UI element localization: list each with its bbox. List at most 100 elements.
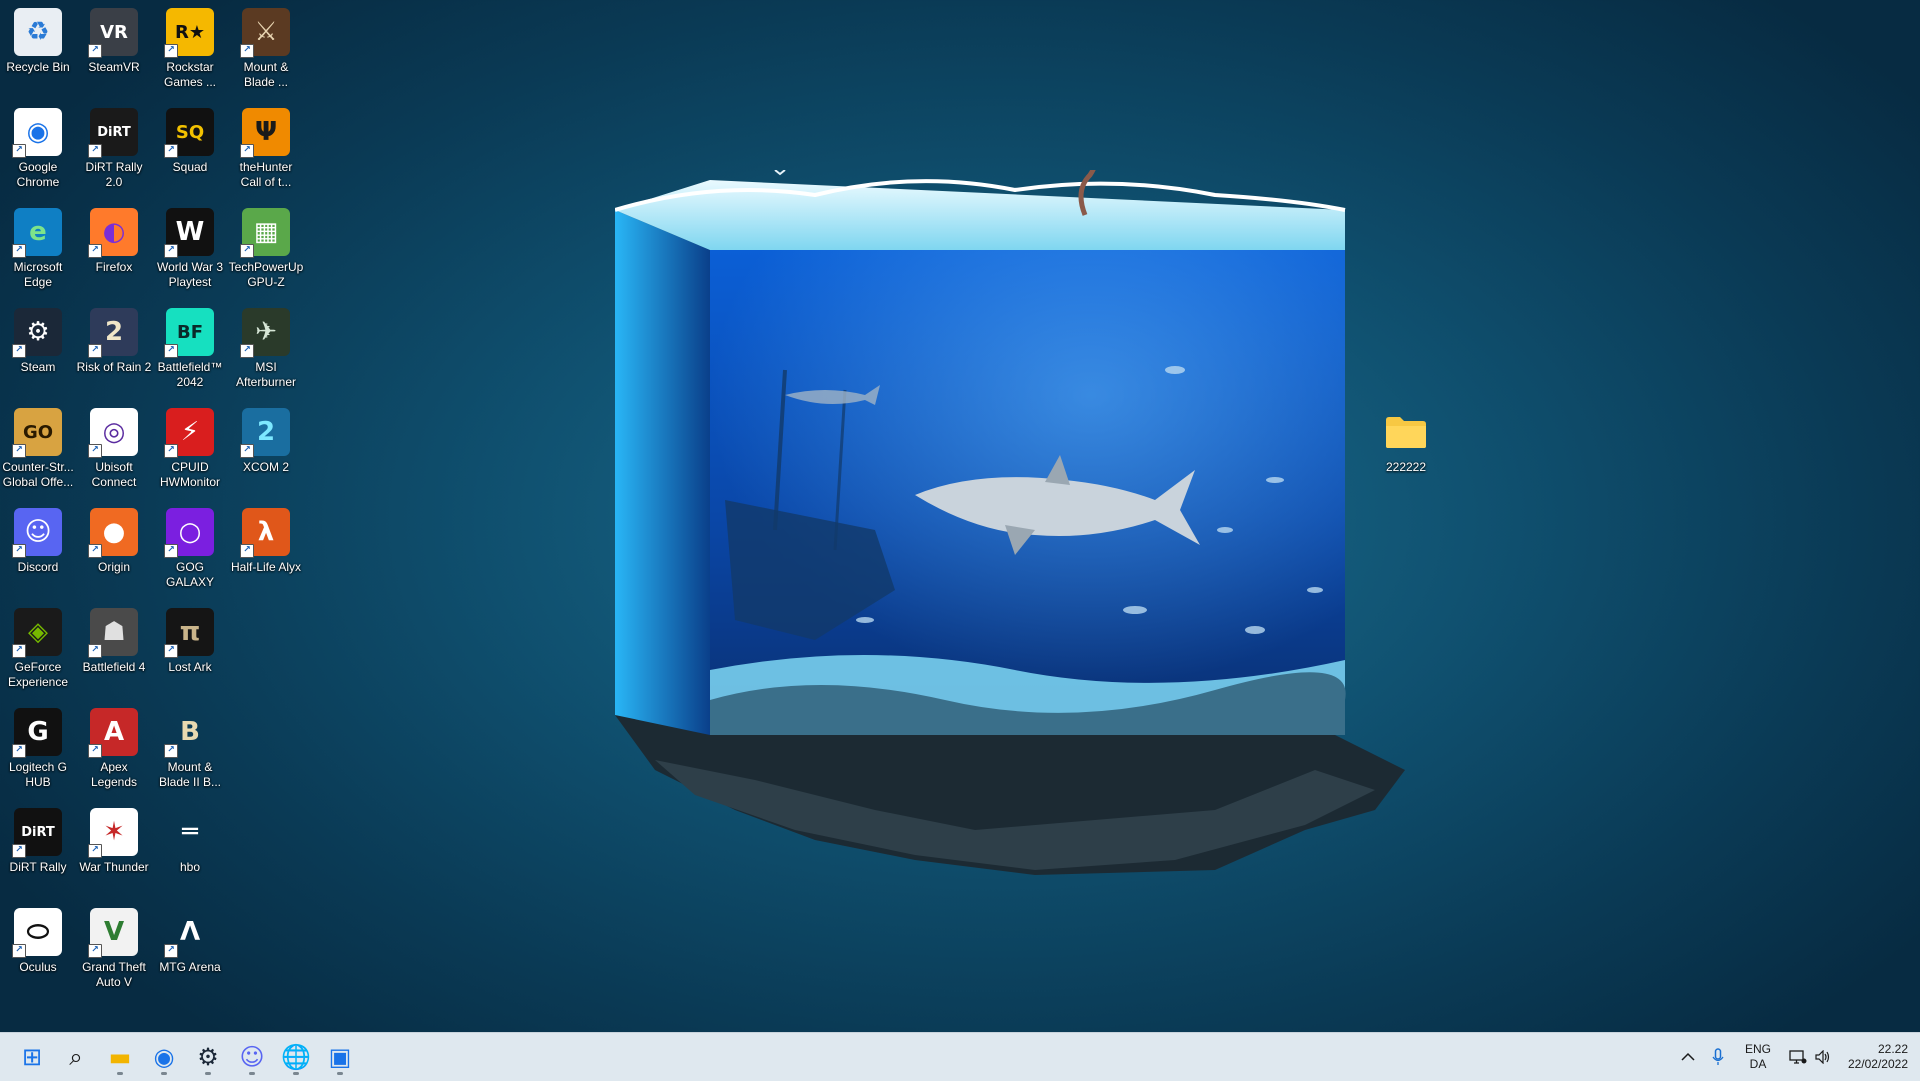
- desktop-icon[interactable]: ⚔ ↗ Mount & Blade ...: [228, 0, 304, 96]
- desktop[interactable]: ♻ Recycle Bin VR ↗ SteamVR R★ ↗ Rockstar Games …: [0, 0, 1920, 1032]
- desktop-icon[interactable]: SQ ↗ Squad: [152, 100, 228, 196]
- shortcut-arrow-icon: ↗: [12, 744, 26, 758]
- chevron-up-icon: [1681, 1052, 1695, 1061]
- shortcut-arrow-icon: ↗: [240, 344, 254, 358]
- oculus-icon: ⬭ ↗: [12, 908, 62, 958]
- folder-icon: ▬: [108, 1043, 132, 1071]
- search-button[interactable]: ⌕: [56, 1037, 96, 1077]
- desktop-icon[interactable]: ☗ ↗ Battlefield 4: [76, 600, 152, 696]
- desktop-icon[interactable]: ◈ ↗ GeForce Experience: [0, 600, 76, 696]
- desktop-icon[interactable]: BF ↗ Battlefield™ 2042: [152, 300, 228, 396]
- desktop-icon[interactable]: ▦ ↗ TechPowerUp GPU-Z: [228, 200, 304, 296]
- start-button[interactable]: ⊞: [12, 1037, 52, 1077]
- desktop-icon-label: Grand Theft Auto V: [82, 960, 146, 989]
- desktop-icon[interactable]: Λ ↗ MTG Arena: [152, 900, 228, 996]
- desktop-icon-label: DiRT Rally: [9, 860, 67, 874]
- chrome-taskbar-button[interactable]: ◉: [144, 1037, 184, 1077]
- desktop-icon[interactable]: 2 ↗ XCOM 2: [228, 400, 304, 496]
- desktop-icon[interactable]: A ↗ Apex Legends: [76, 700, 152, 796]
- desktop-icon-label: theHunter Call of t...: [239, 160, 293, 189]
- desktop-icon[interactable]: B ↗ Mount & Blade II B...: [152, 700, 228, 796]
- shortcut-arrow-icon: ↗: [12, 944, 26, 958]
- dirt-rally-icon: DiRT ↗: [12, 808, 62, 858]
- geforce-experience-icon: ◈ ↗: [12, 608, 62, 658]
- desktop-icon-label: Firefox: [95, 260, 133, 274]
- discord-icon: ☺: [239, 1043, 265, 1071]
- shortcut-arrow-icon: ↗: [164, 144, 178, 158]
- search-icon: ⌕: [69, 1043, 83, 1071]
- desktop-icon[interactable]: DiRT ↗ DiRT Rally 2.0: [76, 100, 152, 196]
- desktop-icon-label: Battlefield™ 2042: [157, 360, 223, 389]
- desktop-icon[interactable]: ⬭ ↗ Oculus: [0, 900, 76, 996]
- desktop-icon-label: DiRT Rally 2.0: [85, 160, 143, 189]
- shortcut-arrow-icon: ↗: [240, 444, 254, 458]
- desktop-icon-label: War Thunder: [79, 860, 149, 874]
- language-label: ENG: [1744, 1042, 1771, 1056]
- mount-and-blade-icon: ⚔ ↗: [240, 8, 290, 58]
- hbo-icon: ═: [182, 817, 198, 847]
- desktop-icon[interactable]: λ ↗ Half-Life Alyx: [228, 500, 304, 596]
- lost-ark-icon: π ↗: [164, 608, 214, 658]
- msi-afterburner-icon: ✈ ↗: [240, 308, 290, 358]
- steam-taskbar-button[interactable]: ⚙: [188, 1037, 228, 1077]
- apex-legends-icon: A ↗: [88, 708, 138, 758]
- gpu-z-icon: ▦ ↗: [240, 208, 290, 258]
- desktop-icon[interactable]: Ψ ↗ theHunter Call of t...: [228, 100, 304, 196]
- clock-button[interactable]: 22.22 22/02/2022: [1832, 1037, 1912, 1077]
- origin-icon: ● ↗: [88, 508, 138, 558]
- desktop-icon[interactable]: ◎ ↗ Ubisoft Connect: [76, 400, 152, 496]
- desktop-icon[interactable]: π ↗ Lost Ark: [152, 600, 228, 696]
- desktop-icon[interactable]: GO ↗ Counter-Str... Global Offe...: [0, 400, 76, 496]
- desktop-icon[interactable]: R★ ↗ Rockstar Games ...: [152, 0, 228, 96]
- desktop-icon-label: MTG Arena: [159, 960, 221, 974]
- discord-taskbar-button[interactable]: ☺: [232, 1037, 272, 1077]
- shortcut-arrow-icon: ↗: [164, 644, 178, 658]
- desktop-icon[interactable]: DiRT ↗ DiRT Rally: [0, 800, 76, 896]
- xcom-2-icon: 2 ↗: [240, 408, 290, 458]
- desktop-icon-label: Risk of Rain 2: [76, 360, 152, 374]
- desktop-icon[interactable]: ☺ ↗ Discord: [0, 500, 76, 596]
- taskbar[interactable]: ⊞ ⌕ ▬ ◉ ⚙ ☺ 🌐 ▣ ENG DA 22.22 22/02/2022: [0, 1032, 1920, 1081]
- running-indicator: [205, 1072, 211, 1075]
- risk-of-rain-2-icon: 2 ↗: [88, 308, 138, 358]
- windows-logo-icon: ⊞: [21, 1043, 43, 1071]
- clock-time: 22.22: [1877, 1042, 1908, 1056]
- file-explorer-button[interactable]: ▬: [100, 1037, 140, 1077]
- wallpaper-ocean-cube: [615, 170, 1405, 875]
- desktop-icon[interactable]: ◉ ↗ Google Chrome: [0, 100, 76, 196]
- gog-galaxy-icon: ○ ↗: [164, 508, 214, 558]
- desktop-icon[interactable]: VR ↗ SteamVR: [76, 0, 152, 96]
- shortcut-arrow-icon: ↗: [88, 844, 102, 858]
- shortcut-arrow-icon: ↗: [88, 144, 102, 158]
- desktop-folder-222222[interactable]: 222222: [1368, 400, 1444, 496]
- desktop-icon[interactable]: W ↗ World War 3 Playtest: [152, 200, 228, 296]
- speaker-icon: [1815, 1050, 1830, 1064]
- desktop-icon[interactable]: ✶ ↗ War Thunder: [76, 800, 152, 896]
- photos-taskbar-button[interactable]: ▣: [320, 1037, 360, 1077]
- war-thunder-icon: ✶ ↗: [88, 808, 138, 858]
- desktop-icon-label: Mount & Blade ...: [243, 60, 289, 89]
- desktop-icon[interactable]: ⚡ ↗ CPUID HWMonitor: [152, 400, 228, 496]
- desktop-icon[interactable]: ● ↗ Origin: [76, 500, 152, 596]
- desktop-icon-label: Origin: [97, 560, 130, 574]
- desktop-icon[interactable]: ═ hbo: [152, 800, 228, 896]
- shortcut-arrow-icon: ↗: [240, 544, 254, 558]
- shortcut-arrow-icon: ↗: [12, 644, 26, 658]
- desktop-icon[interactable]: ♻ Recycle Bin: [0, 0, 76, 96]
- shortcut-arrow-icon: ↗: [88, 544, 102, 558]
- hwmonitor-icon: ⚡ ↗: [164, 408, 214, 458]
- desktop-icon[interactable]: e ↗ Microsoft Edge: [0, 200, 76, 296]
- desktop-icon[interactable]: ✈ ↗ MSI Afterburner: [228, 300, 304, 396]
- desktop-icon[interactable]: ◐ ↗ Firefox: [76, 200, 152, 296]
- shortcut-arrow-icon: ↗: [88, 944, 102, 958]
- tray-overflow-button[interactable]: [1672, 1037, 1704, 1077]
- desktop-icon[interactable]: V ↗ Grand Theft Auto V: [76, 900, 152, 996]
- network-volume-button[interactable]: [1780, 1037, 1840, 1077]
- desktop-icon[interactable]: ○ ↗ GOG GALAXY: [152, 500, 228, 596]
- desktop-icon[interactable]: G ↗ Logitech G HUB: [0, 700, 76, 796]
- globe-app-taskbar-button[interactable]: 🌐: [276, 1037, 316, 1077]
- desktop-icon[interactable]: ⚙ ↗ Steam: [0, 300, 76, 396]
- desktop-icon[interactable]: 2 ↗ Risk of Rain 2: [76, 300, 152, 396]
- microphone-button[interactable]: [1702, 1037, 1734, 1077]
- language-indicator[interactable]: ENG DA: [1736, 1037, 1780, 1077]
